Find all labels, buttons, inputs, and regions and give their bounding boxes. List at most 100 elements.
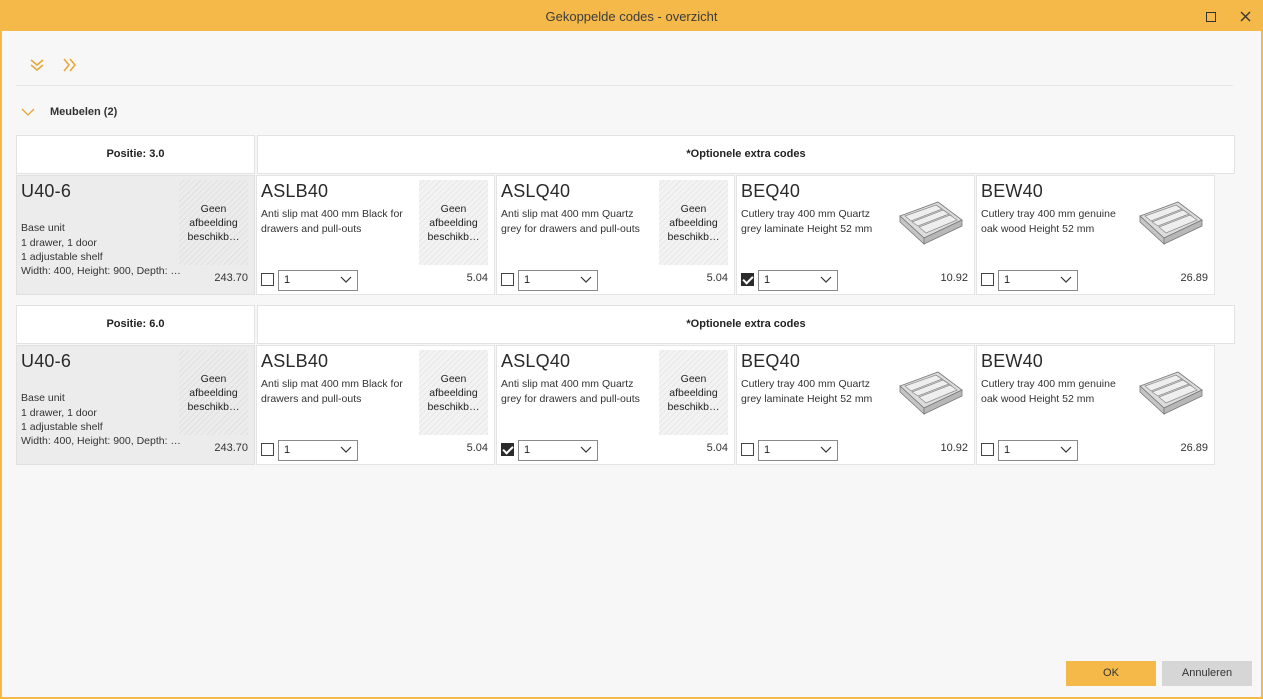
description-line: Base unit (21, 222, 65, 235)
product-price: 5.04 (466, 442, 488, 454)
select-checkbox[interactable] (261, 443, 274, 456)
description-line: 1 drawer, 1 door (21, 406, 97, 419)
product-description: Anti slip mat 400 mm Quartz grey for dra… (501, 208, 640, 235)
quantity-dropdown[interactable]: 1 (758, 440, 838, 461)
cutlery-tray-image (899, 371, 963, 415)
quantity-value: 1 (284, 444, 291, 456)
chevron-down-icon (820, 446, 832, 453)
title-bar: Gekoppelde codes - overzicht (2, 2, 1261, 31)
product-description: Cutlery tray 400 mm Quartz grey laminate… (741, 208, 873, 235)
optional-code-card: BEW40 Cutlery tray 400 mm genuine oak wo… (976, 345, 1215, 465)
product-code: ASLB40 (261, 351, 329, 371)
group-label: Meubelen (2) (50, 106, 118, 118)
quantity-dropdown[interactable]: 1 (998, 440, 1078, 461)
main-product-card: U40-6 Base unit 1 drawer, 1 door 1 adjusta… (16, 175, 255, 295)
select-checkbox[interactable] (741, 273, 754, 286)
optional-code-card: BEQ40 Cutlery tray 400 mm Quartz grey la… (736, 345, 975, 465)
product-code: BEQ40 (741, 181, 801, 201)
description-line: Base unit (21, 392, 65, 405)
toolbar (16, 52, 1233, 86)
product-price: 243.70 (214, 442, 248, 454)
optional-code-card: ASLB40 Anti slip mat 400 mm Black for dr… (256, 175, 495, 295)
quantity-value: 1 (524, 274, 531, 286)
maximize-button[interactable] (1197, 2, 1225, 31)
maximize-icon (1206, 11, 1216, 22)
quantity-dropdown[interactable]: 1 (278, 440, 358, 461)
ok-button[interactable]: OK (1066, 661, 1156, 686)
product-price: 5.04 (466, 272, 488, 284)
chevron-down-icon (1060, 446, 1072, 453)
chevron-down-icon (21, 108, 35, 116)
product-price: 5.04 (706, 272, 728, 284)
optional-codes-header: *Optionele extra codes (257, 305, 1235, 344)
product-code: U40-6 (21, 181, 72, 201)
cutlery-tray-image (1139, 201, 1203, 245)
position-label: Positie: 3.0 (16, 135, 255, 174)
description-line: 1 drawer, 1 door (21, 236, 97, 249)
group-header-meubelen[interactable]: Meubelen (2) (20, 103, 117, 121)
product-description: Base unit 1 drawer, 1 door 1 adjustable sh… (21, 207, 183, 293)
chevron-down-icon (340, 446, 352, 453)
window-title: Gekoppelde codes - overzicht (545, 9, 718, 24)
no-image-placeholder: Geen afbeelding beschikb… (179, 180, 248, 265)
product-price: 26.89 (1180, 272, 1208, 284)
chevron-down-icon (820, 276, 832, 283)
close-button[interactable] (1231, 2, 1259, 31)
position-label: Positie: 6.0 (16, 305, 255, 344)
quantity-value: 1 (764, 444, 771, 456)
optional-code-card: ASLQ40 Anti slip mat 400 mm Quartz grey … (496, 345, 735, 465)
select-checkbox[interactable] (981, 443, 994, 456)
select-checkbox[interactable] (501, 273, 514, 286)
optional-code-card: BEW40 Cutlery tray 400 mm genuine oak wo… (976, 175, 1215, 295)
quantity-value: 1 (1004, 274, 1011, 286)
quantity-value: 1 (284, 274, 291, 286)
product-code: BEW40 (981, 181, 1044, 201)
quantity-dropdown[interactable]: 1 (758, 270, 838, 291)
product-code: U40-6 (21, 351, 72, 371)
optional-code-card: ASLB40 Anti slip mat 400 mm Black for dr… (256, 345, 495, 465)
product-price: 10.92 (940, 442, 968, 454)
dialog-window: Gekoppelde codes - overzicht Meubelen (2… (0, 0, 1263, 699)
product-code: ASLQ40 (501, 351, 571, 371)
no-image-placeholder: Geen afbeelding beschikb… (659, 350, 728, 435)
chevron-down-icon (1060, 276, 1072, 283)
select-checkbox[interactable] (981, 273, 994, 286)
double-chevron-right-icon[interactable] (61, 56, 79, 74)
product-code: ASLQ40 (501, 181, 571, 201)
select-checkbox[interactable] (501, 443, 514, 456)
position-block: Positie: 3.0 *Optionele extra codes U40-… (16, 135, 1235, 295)
select-checkbox[interactable] (261, 273, 274, 286)
description-line: 1 adjustable shelf (21, 420, 103, 433)
close-icon (1240, 11, 1250, 22)
product-code: ASLB40 (261, 181, 329, 201)
select-checkbox[interactable] (741, 443, 754, 456)
no-image-placeholder: Geen afbeelding beschikb… (419, 350, 488, 435)
product-price: 243.70 (214, 272, 248, 284)
product-description: Cutlery tray 400 mm genuine oak wood Hei… (981, 378, 1116, 405)
product-description: Anti slip mat 400 mm Quartz grey for dra… (501, 378, 640, 405)
quantity-dropdown[interactable]: 1 (518, 270, 598, 291)
chevron-down-icon (580, 446, 592, 453)
product-price: 5.04 (706, 442, 728, 454)
product-code: BEW40 (981, 351, 1044, 371)
quantity-dropdown[interactable]: 1 (278, 270, 358, 291)
quantity-value: 1 (764, 274, 771, 286)
quantity-value: 1 (524, 444, 531, 456)
no-image-placeholder: Geen afbeelding beschikb… (179, 350, 248, 435)
quantity-dropdown[interactable]: 1 (998, 270, 1078, 291)
cancel-button[interactable]: Annuleren (1162, 661, 1252, 686)
description-line: Width: 400, Height: 900, Depth: 560 (21, 435, 183, 448)
product-description: Cutlery tray 400 mm genuine oak wood Hei… (981, 208, 1116, 235)
main-product-card: U40-6 Base unit 1 drawer, 1 door 1 adjusta… (16, 345, 255, 465)
quantity-dropdown[interactable]: 1 (518, 440, 598, 461)
optional-code-card: BEQ40 Cutlery tray 400 mm Quartz grey la… (736, 175, 975, 295)
position-block: Positie: 6.0 *Optionele extra codes U40-… (16, 305, 1235, 465)
optional-codes-header: *Optionele extra codes (257, 135, 1235, 174)
no-image-placeholder: Geen afbeelding beschikb… (659, 180, 728, 265)
quantity-value: 1 (1004, 444, 1011, 456)
chevron-down-icon (580, 276, 592, 283)
product-price: 10.92 (940, 272, 968, 284)
product-description: Anti slip mat 400 mm Black for drawers a… (261, 378, 403, 405)
double-chevron-down-icon[interactable] (28, 56, 46, 74)
optional-code-card: ASLQ40 Anti slip mat 400 mm Quartz grey … (496, 175, 735, 295)
